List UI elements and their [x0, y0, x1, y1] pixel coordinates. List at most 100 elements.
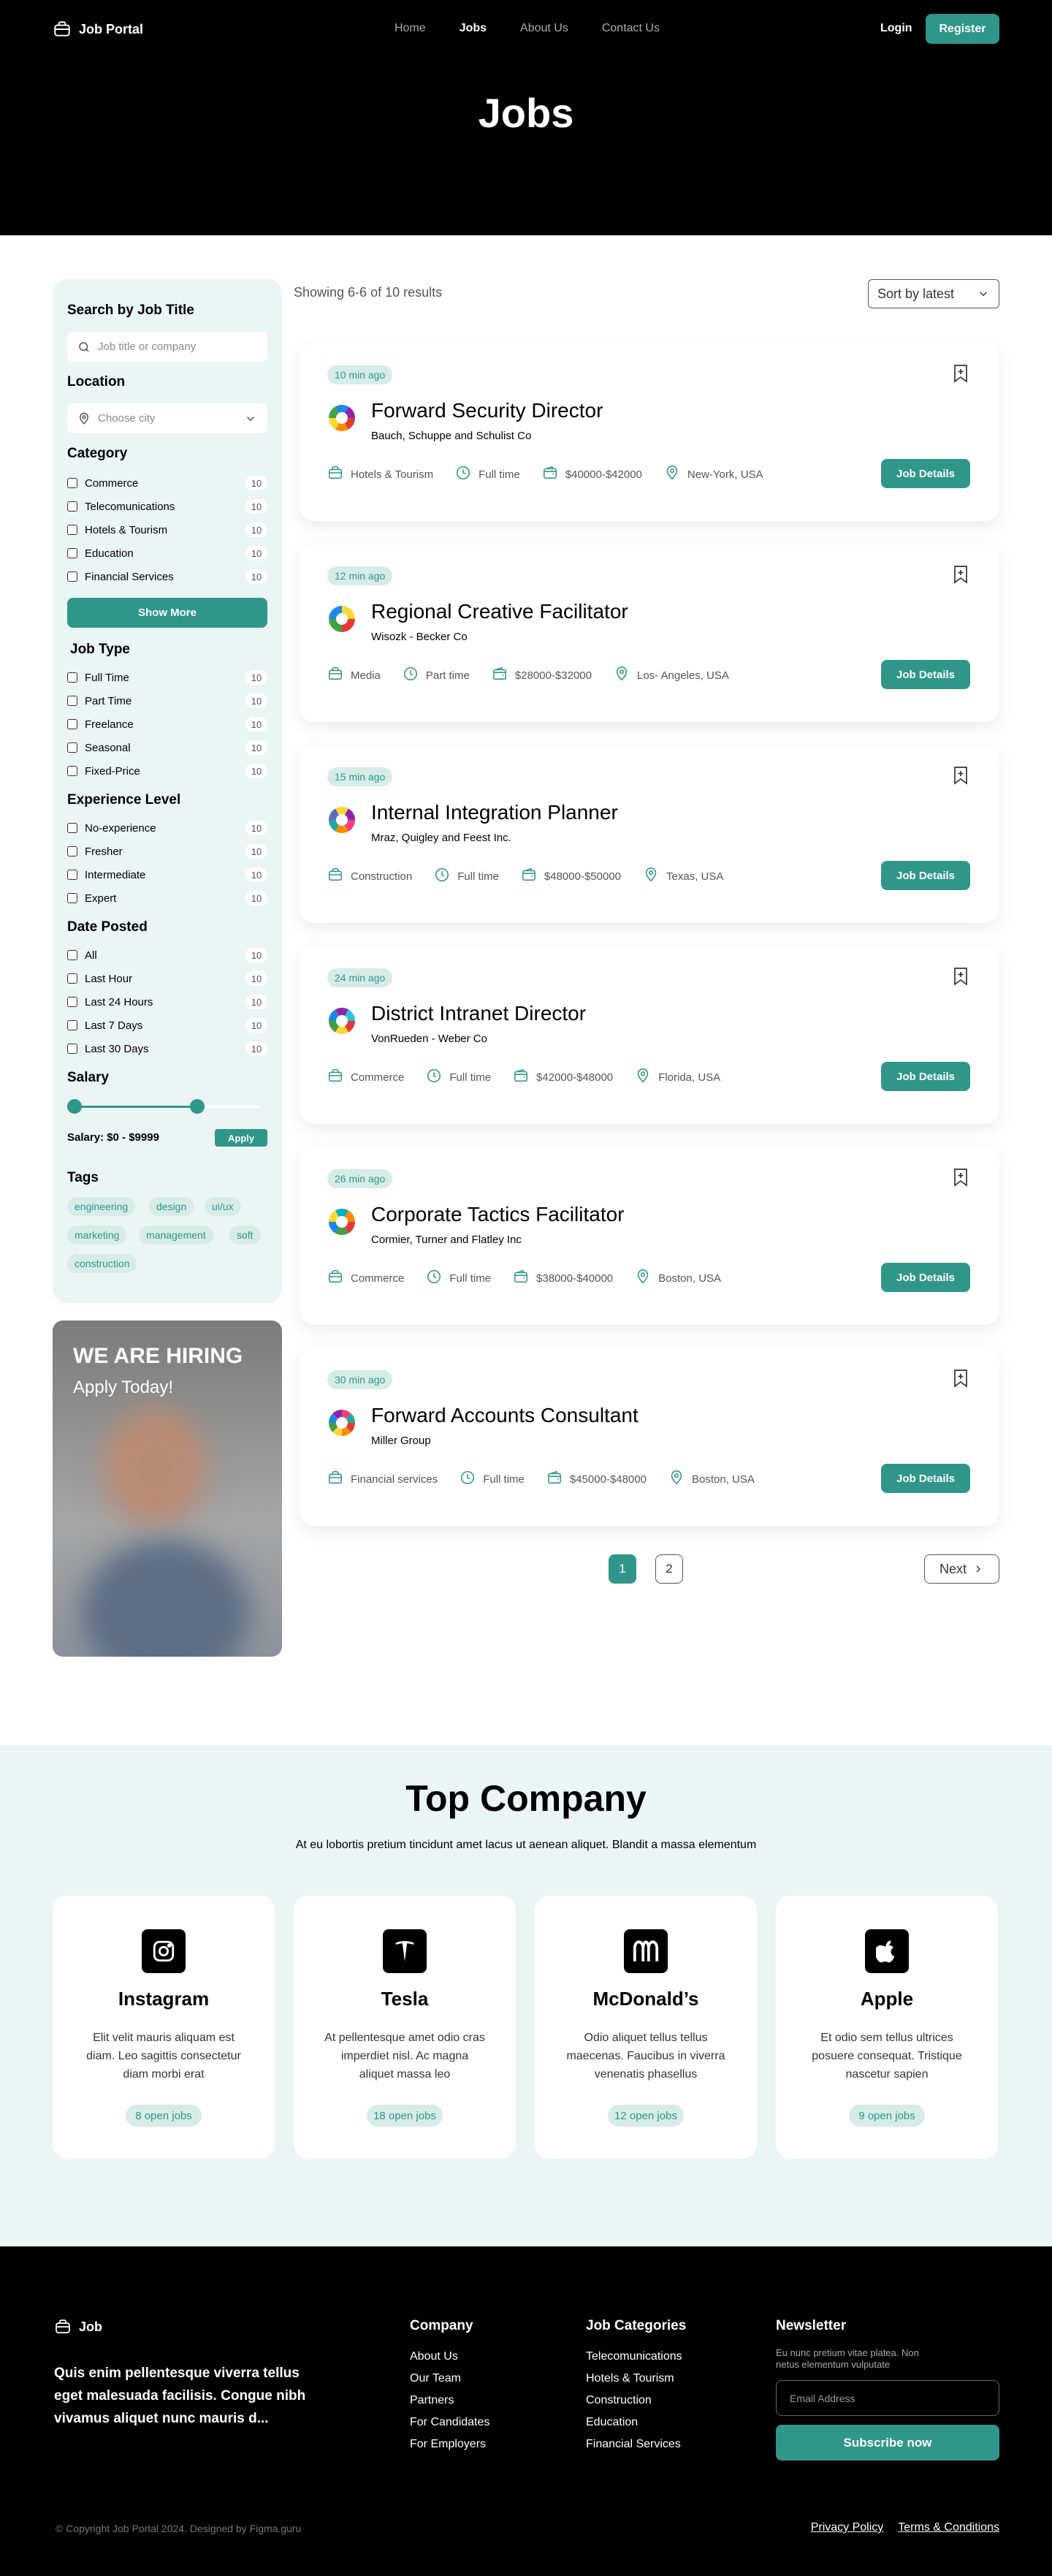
bookmark-icon[interactable] [953, 967, 969, 986]
tag-chip[interactable]: marketing [67, 1226, 127, 1245]
job-details-button[interactable]: Job Details [881, 660, 970, 689]
checkbox[interactable] [67, 501, 77, 512]
tag-chip[interactable]: engineering [67, 1197, 136, 1216]
nav-jobs[interactable]: Jobs [460, 22, 487, 35]
checkbox[interactable] [67, 1020, 77, 1030]
tag-chip[interactable]: management [139, 1226, 213, 1245]
job-title[interactable]: Forward Security Director [371, 399, 603, 422]
jobtype-checkbox[interactable]: Fixed-Price 10 [67, 763, 267, 779]
job-title[interactable]: Forward Accounts Consultant [371, 1404, 639, 1427]
sort-select[interactable]: Sort by latest [868, 279, 999, 308]
footer-link[interactable]: Financial Services [586, 2438, 686, 2451]
footer-link[interactable]: Our Team [410, 2372, 489, 2385]
experience-checkbox[interactable]: Intermediate 10 [67, 867, 267, 883]
footer-link[interactable]: For Candidates [410, 2416, 489, 2429]
checkbox[interactable] [67, 893, 77, 903]
category-checkbox[interactable]: Telecomunications 10 [67, 498, 267, 514]
company-card[interactable]: Instagram Elit velit mauris aliquam est … [53, 1896, 275, 2159]
tag-chip[interactable]: construction [67, 1254, 137, 1273]
footer-link[interactable]: Partners [410, 2394, 489, 2407]
page-2-button[interactable]: 2 [655, 1554, 683, 1584]
footer-link[interactable]: Telecomunications [586, 2350, 686, 2363]
date-checkbox[interactable]: Last 30 Days 10 [67, 1041, 267, 1057]
open-jobs-badge[interactable]: 9 open jobs [849, 2105, 925, 2127]
job-card[interactable]: 30 min ago Forward Accounts Consultant M… [300, 1348, 999, 1526]
tag-chip[interactable]: soft [229, 1226, 261, 1245]
salary-max-handle[interactable] [189, 1099, 205, 1114]
checkbox[interactable] [67, 548, 77, 558]
checkbox[interactable] [67, 719, 77, 729]
bookmark-icon[interactable] [953, 766, 969, 785]
job-card[interactable]: 15 min ago Internal Integration Planner … [300, 745, 999, 923]
search-input[interactable]: Job title or company [67, 332, 267, 362]
experience-checkbox[interactable]: Fresher 10 [67, 843, 267, 859]
job-card[interactable]: 24 min ago District Intranet Director Vo… [300, 946, 999, 1124]
jobtype-checkbox[interactable]: Full Time 10 [67, 669, 267, 685]
footer-link[interactable]: For Employers [410, 2438, 489, 2451]
checkbox[interactable] [67, 1044, 77, 1054]
job-title[interactable]: Regional Creative Facilitator [371, 600, 628, 623]
checkbox[interactable] [67, 571, 77, 582]
apply-salary-button[interactable]: Apply [215, 1129, 267, 1147]
date-checkbox[interactable]: Last 7 Days 10 [67, 1017, 267, 1033]
show-more-button[interactable]: Show More [67, 598, 267, 628]
open-jobs-badge[interactable]: 18 open jobs [367, 2105, 443, 2127]
job-details-button[interactable]: Job Details [881, 1464, 970, 1493]
job-details-button[interactable]: Job Details [881, 459, 970, 488]
checkbox[interactable] [67, 525, 77, 535]
date-checkbox[interactable]: All 10 [67, 947, 267, 963]
jobtype-checkbox[interactable]: Part Time 10 [67, 693, 267, 709]
bookmark-icon[interactable] [953, 565, 969, 584]
checkbox[interactable] [67, 696, 77, 706]
jobtype-checkbox[interactable]: Seasonal 10 [67, 740, 267, 756]
category-checkbox[interactable]: Hotels & Tourism 10 [67, 522, 267, 538]
footer-link[interactable]: Education [586, 2416, 686, 2429]
nav-contact[interactable]: Contact Us [602, 22, 660, 35]
checkbox[interactable] [67, 766, 77, 776]
job-details-button[interactable]: Job Details [881, 861, 970, 890]
footer-logo[interactable]: Job [54, 2318, 102, 2336]
checkbox[interactable] [67, 870, 77, 880]
bookmark-icon[interactable] [953, 364, 969, 383]
nav-about[interactable]: About Us [520, 22, 568, 35]
tag-chip[interactable]: design [149, 1197, 194, 1216]
bookmark-icon[interactable] [953, 1168, 969, 1187]
login-link[interactable]: Login [880, 22, 912, 35]
next-page-button[interactable]: Next [924, 1554, 999, 1584]
subscribe-button[interactable]: Subscribe now [776, 2425, 999, 2461]
job-card[interactable]: 26 min ago Corporate Tactics Facilitator… [300, 1147, 999, 1325]
experience-checkbox[interactable]: No-experience 10 [67, 820, 267, 836]
footer-link[interactable]: Hotels & Tourism [586, 2372, 686, 2385]
page-1-button[interactable]: 1 [609, 1554, 636, 1584]
location-select[interactable]: Choose city [67, 403, 267, 433]
job-details-button[interactable]: Job Details [881, 1263, 970, 1292]
salary-min-handle[interactable] [67, 1099, 82, 1114]
footer-link[interactable]: Construction [586, 2394, 686, 2407]
checkbox[interactable] [67, 950, 77, 960]
category-checkbox[interactable]: Education 10 [67, 545, 267, 561]
company-card[interactable]: Tesla At pellentesque amet odio cras imp… [294, 1896, 516, 2159]
checkbox[interactable] [67, 973, 77, 984]
tag-chip[interactable]: ui/ux [205, 1197, 241, 1216]
nav-home[interactable]: Home [394, 22, 426, 35]
job-card[interactable]: 10 min ago Forward Security Director Bau… [300, 343, 999, 521]
job-title[interactable]: District Intranet Director [371, 1002, 586, 1025]
email-field[interactable]: Email Address [776, 2380, 999, 2416]
open-jobs-badge[interactable]: 8 open jobs [126, 2105, 202, 2127]
jobtype-checkbox[interactable]: Freelance 10 [67, 716, 267, 732]
date-checkbox[interactable]: Last Hour 10 [67, 970, 267, 987]
terms-link[interactable]: Terms & Conditions [898, 2521, 999, 2534]
hiring-banner[interactable]: WE ARE HIRING Apply Today! [53, 1321, 282, 1657]
company-card[interactable]: McDonald’s Odio aliquet tellus tellus ma… [535, 1896, 757, 2159]
date-checkbox[interactable]: Last 24 Hours 10 [67, 994, 267, 1010]
checkbox[interactable] [67, 742, 77, 753]
job-title[interactable]: Internal Integration Planner [371, 801, 618, 824]
register-button[interactable]: Register [926, 14, 999, 44]
job-title[interactable]: Corporate Tactics Facilitator [371, 1203, 625, 1226]
experience-checkbox[interactable]: Expert 10 [67, 890, 267, 906]
open-jobs-badge[interactable]: 12 open jobs [608, 2105, 684, 2127]
job-details-button[interactable]: Job Details [881, 1062, 970, 1091]
checkbox[interactable] [67, 672, 77, 683]
checkbox[interactable] [67, 478, 77, 488]
job-card[interactable]: 12 min ago Regional Creative Facilitator… [300, 544, 999, 722]
